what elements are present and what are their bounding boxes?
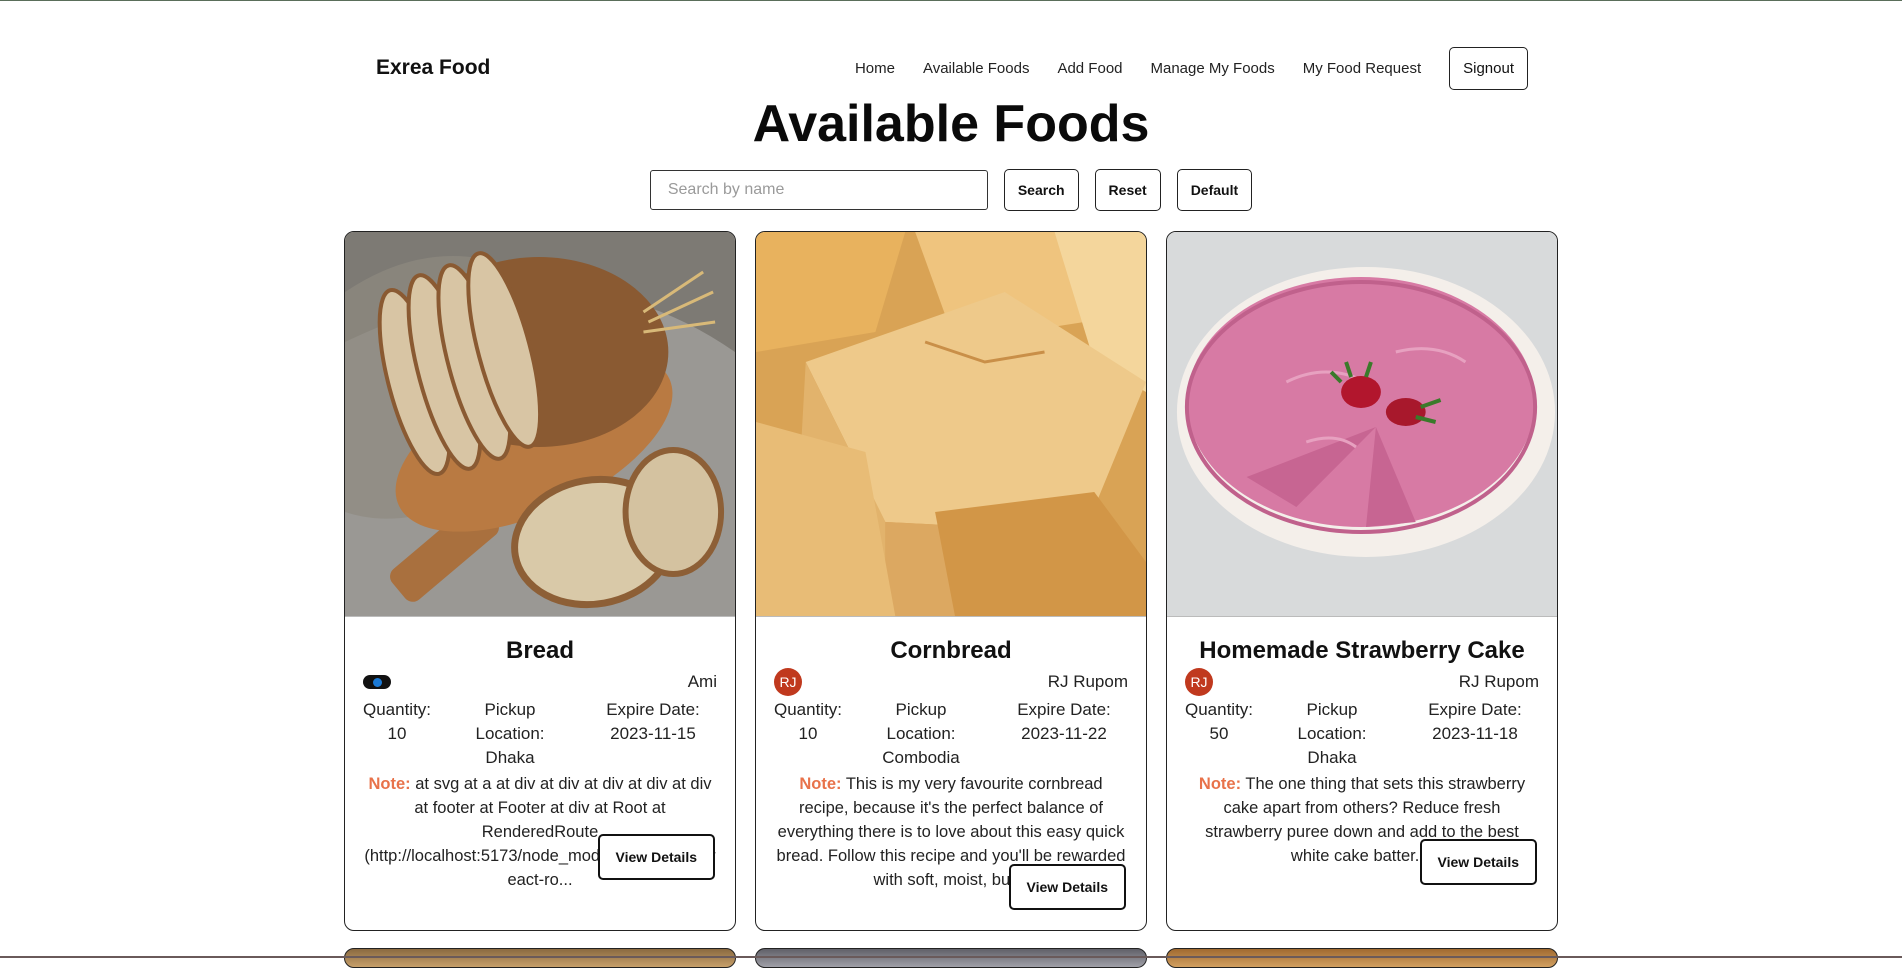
food-card-partial [1166, 948, 1558, 968]
donor-row: Ami [363, 669, 717, 695]
donor-avatar: RJ [774, 668, 802, 696]
bread-image [345, 232, 735, 617]
nav-link-manage-my-foods[interactable]: Manage My Foods [1151, 60, 1275, 77]
note-label: Note: [368, 775, 411, 793]
expire-date: Expire Date: 2023-11-15 [606, 700, 700, 743]
search-bar: Search Reset Default [0, 169, 1902, 211]
expire-date: Expire Date: 2023-11-22 [1017, 700, 1111, 743]
food-name: Cornbread [890, 637, 1012, 664]
brand-logo[interactable]: Exrea Food [376, 56, 490, 80]
cornbread-image [756, 232, 1146, 617]
donor-name: RJ Rupom [1047, 672, 1128, 691]
reset-button[interactable]: Reset [1094, 169, 1161, 211]
avatar-placeholder-icon [372, 677, 382, 687]
nav-links: Home Available Foods Add Food Manage My … [855, 46, 1528, 90]
food-meta: Quantity: 50 Pickup Location: Dhaka Expi… [1185, 698, 1539, 770]
search-button[interactable]: Search [1003, 169, 1079, 211]
card-body: Cornbread RJ RJ Rupom Quantity: 10 Picku… [756, 637, 1146, 892]
note-label: Note: [799, 775, 842, 793]
food-quantity: Quantity: 50 [1185, 700, 1254, 743]
food-card-partial [344, 948, 736, 968]
navbar: Exrea Food Home Available Foods Add Food… [376, 46, 1528, 90]
donor-row: RJ RJ Rupom [1185, 668, 1539, 696]
nav-link-available-foods[interactable]: Available Foods [923, 60, 1029, 77]
donor-name: RJ Rupom [1458, 672, 1539, 691]
food-meta: Quantity: 10 Pickup Location: Combodia E… [774, 698, 1128, 770]
food-meta: Quantity: 10 Pickup Location: Dhaka Expi… [363, 698, 717, 770]
food-card-bread: Bread Ami Quantity: 10 Pickup Location: … [344, 231, 736, 931]
pickup-location: Pickup Location: Combodia [882, 700, 960, 767]
view-details-button[interactable]: View Details [1008, 864, 1126, 910]
pickup-location: Pickup Location: Dhaka [475, 700, 545, 767]
top-border [0, 0, 1902, 1]
donor-avatar [363, 675, 391, 689]
card-body: Homemade Strawberry Cake RJ RJ Rupom Qua… [1167, 637, 1557, 868]
food-card-cornbread: Cornbread RJ RJ Rupom Quantity: 10 Picku… [755, 231, 1147, 931]
food-quantity: Quantity: 10 [774, 700, 843, 743]
search-input[interactable] [649, 170, 988, 210]
food-card-partial [755, 948, 1147, 968]
food-quantity: Quantity: 10 [363, 700, 432, 743]
view-details-button[interactable]: View Details [1419, 839, 1537, 885]
expire-date: Expire Date: 2023-11-18 [1428, 700, 1522, 743]
donor-name: Ami [687, 672, 717, 691]
nav-link-my-food-request[interactable]: My Food Request [1303, 60, 1421, 77]
signout-button[interactable]: Signout [1449, 46, 1528, 90]
donor-row: RJ RJ Rupom [774, 668, 1128, 696]
food-name: Bread [505, 637, 575, 664]
nav-link-add-food[interactable]: Add Food [1057, 60, 1122, 77]
donor-avatar: RJ [1185, 668, 1213, 696]
note-label: Note: [1198, 775, 1242, 793]
food-name: Homemade Strawberry Cake [1199, 637, 1525, 664]
default-button[interactable]: Default [1176, 169, 1253, 211]
food-card-strawberry-cake: Homemade Strawberry Cake RJ RJ Rupom Qua… [1166, 231, 1558, 931]
view-details-button[interactable]: View Details [597, 834, 715, 880]
nav-link-home[interactable]: Home [855, 60, 895, 77]
strawberry-cake-image [1167, 232, 1557, 617]
page-title: Available Foods [752, 95, 1150, 153]
pickup-location: Pickup Location: Dhaka [1297, 700, 1367, 767]
